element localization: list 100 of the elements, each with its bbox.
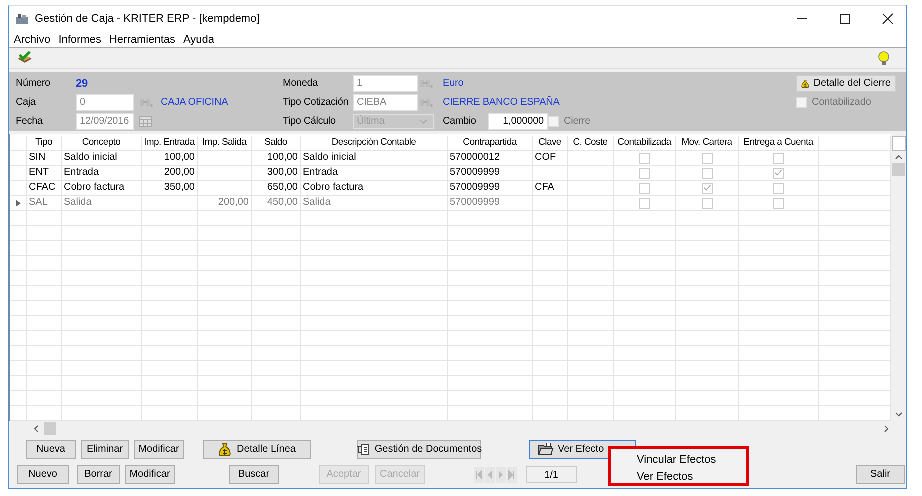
action-button[interactable]: Modificar bbox=[125, 465, 175, 484]
field-label: Caja bbox=[16, 97, 37, 108]
menu-item[interactable]: Vincular Efectos bbox=[637, 452, 746, 469]
column-header[interactable]: Tipo bbox=[27, 136, 62, 150]
currency-name: Euro bbox=[443, 78, 465, 89]
action-button[interactable]: Buscar bbox=[229, 465, 279, 484]
field-label: Moneda bbox=[283, 78, 320, 89]
checkbox[interactable] bbox=[702, 182, 712, 194]
action-button[interactable]: Nuevo bbox=[17, 465, 69, 484]
quote-type-name: CIERRE BANCO ESPAÑA bbox=[443, 97, 561, 108]
checkbox[interactable] bbox=[702, 152, 712, 164]
money-bag-icon bbox=[218, 442, 232, 456]
scroll-left-icon[interactable] bbox=[33, 424, 39, 432]
column-header[interactable]: Descripción Contable bbox=[301, 136, 448, 150]
table-cell: 570000012 bbox=[450, 152, 500, 163]
exit-button[interactable]: Salir bbox=[856, 465, 905, 484]
menu-item[interactable]: Informes bbox=[58, 34, 102, 46]
table-cell: Entrada bbox=[64, 167, 100, 178]
close-icon[interactable] bbox=[882, 13, 894, 25]
first-record-icon[interactable] bbox=[474, 466, 484, 482]
action-button[interactable]: Eliminar bbox=[81, 440, 129, 459]
checkbox[interactable] bbox=[639, 182, 650, 194]
table-cell: Saldo inicial bbox=[303, 152, 356, 163]
lookup-icon[interactable] bbox=[419, 78, 433, 90]
document-number: 29 bbox=[76, 78, 90, 90]
action-button[interactable]: Gestión de Documentos bbox=[357, 440, 481, 459]
scroll-right-icon[interactable] bbox=[884, 424, 890, 432]
table-cell: 100,00 bbox=[267, 152, 298, 163]
table-cell: 450,00 bbox=[267, 197, 298, 208]
checkbox[interactable] bbox=[702, 168, 712, 178]
input-field[interactable]: 0 bbox=[76, 94, 134, 111]
scroll-thumb[interactable] bbox=[892, 163, 905, 176]
window-title: Gestión de Caja - KRITER ERP - [kempdemo] bbox=[35, 13, 261, 25]
chevron-down-icon bbox=[419, 118, 428, 124]
scroll-thumb[interactable] bbox=[44, 422, 56, 435]
checkbox[interactable] bbox=[773, 182, 784, 194]
document-tree-icon bbox=[356, 444, 370, 456]
column-header[interactable]: Imp. Salida bbox=[198, 136, 252, 150]
table-cell: 100,00 bbox=[164, 152, 195, 163]
column-header[interactable]: Contabilizada bbox=[614, 136, 676, 150]
input-field[interactable]: CIEBA bbox=[353, 94, 418, 111]
checkbox[interactable] bbox=[639, 168, 650, 178]
scroll-down-icon[interactable] bbox=[894, 412, 902, 418]
column-header[interactable]: Contrapartida bbox=[448, 136, 533, 150]
checkbox[interactable] bbox=[773, 198, 784, 208]
table-cell: SAL bbox=[29, 197, 48, 208]
folder-icon bbox=[538, 443, 554, 456]
table-row[interactable]: SAL Salida 200,00 450,00 Salida 570009999 bbox=[10, 196, 891, 211]
table-cell: 200,00 bbox=[218, 197, 249, 208]
column-header[interactable]: Entrega a Cuenta bbox=[739, 136, 819, 150]
column-header[interactable]: Concepto bbox=[62, 136, 142, 150]
column-header[interactable]: Imp. Entrada bbox=[142, 136, 198, 150]
calendar-icon[interactable] bbox=[139, 116, 153, 128]
table-cell: SIN bbox=[29, 152, 46, 163]
table-row[interactable]: CFAC Cobro factura 350,00 650,00 Cobro factura 570009999 CFA bbox=[10, 181, 891, 196]
checkbox[interactable] bbox=[773, 168, 784, 178]
column-header[interactable]: Mov. Cartera bbox=[676, 136, 739, 150]
table-cell: 570009999 bbox=[450, 182, 500, 193]
book-check-icon[interactable] bbox=[17, 51, 33, 65]
input-field[interactable]: 1 bbox=[353, 75, 418, 92]
table-cell: Cobro factura bbox=[64, 182, 125, 193]
table-cell: 570009999 bbox=[450, 197, 500, 208]
checkbox[interactable] bbox=[639, 198, 650, 208]
field-label: Número bbox=[16, 78, 52, 89]
action-button[interactable]: Detalle Línea bbox=[203, 440, 311, 459]
menu-item[interactable]: Ayuda bbox=[184, 34, 215, 46]
previous-record-icon[interactable] bbox=[485, 466, 495, 482]
column-header[interactable]: C. Coste bbox=[568, 136, 614, 150]
vertical-scrollbar[interactable] bbox=[891, 134, 906, 421]
last-record-icon[interactable] bbox=[507, 466, 517, 482]
table-cell: Salida bbox=[303, 197, 331, 208]
input-field[interactable]: 1,000000 bbox=[488, 113, 548, 130]
menu-item[interactable]: Archivo bbox=[14, 34, 51, 46]
checkbox[interactable] bbox=[773, 152, 784, 164]
lightbulb-icon[interactable] bbox=[878, 50, 890, 66]
table-row[interactable]: ENT Entrada 200,00 300,00 Entrada 570009999 bbox=[10, 166, 891, 181]
table-row[interactable]: SIN Saldo inicial 100,00 100,00 Saldo inicial 570000012 COF bbox=[10, 151, 891, 166]
column-header[interactable]: Saldo bbox=[252, 136, 301, 150]
checkbox[interactable] bbox=[639, 152, 650, 164]
action-button[interactable]: Nueva bbox=[26, 440, 76, 459]
closing-detail-button[interactable]: Detalle del Cierre bbox=[796, 75, 896, 92]
maximize-icon[interactable] bbox=[839, 13, 851, 25]
lookup-icon[interactable] bbox=[419, 96, 433, 108]
cash-desk-name: CAJA OFICINA bbox=[161, 97, 230, 108]
date-field[interactable]: 12/09/2016 bbox=[76, 113, 134, 130]
menu-item[interactable]: Herramientas bbox=[109, 34, 176, 46]
table-cell: COF bbox=[535, 152, 556, 163]
table-cell: 300,00 bbox=[267, 167, 298, 178]
action-button[interactable]: Modificar bbox=[134, 440, 184, 459]
next-record-icon[interactable] bbox=[496, 466, 506, 482]
table-cell: CFA bbox=[535, 182, 554, 193]
action-button[interactable]: Borrar bbox=[77, 465, 120, 484]
checkbox[interactable] bbox=[702, 198, 712, 208]
scroll-up-icon[interactable] bbox=[894, 154, 902, 160]
table-cell: Entrada bbox=[303, 167, 338, 178]
app-icon bbox=[15, 13, 29, 25]
lookup-icon[interactable] bbox=[139, 96, 153, 108]
table-cell: Saldo inicial bbox=[64, 152, 118, 163]
column-header[interactable]: Clave bbox=[533, 136, 568, 150]
menu-item[interactable]: Ver Efectos bbox=[637, 469, 746, 486]
